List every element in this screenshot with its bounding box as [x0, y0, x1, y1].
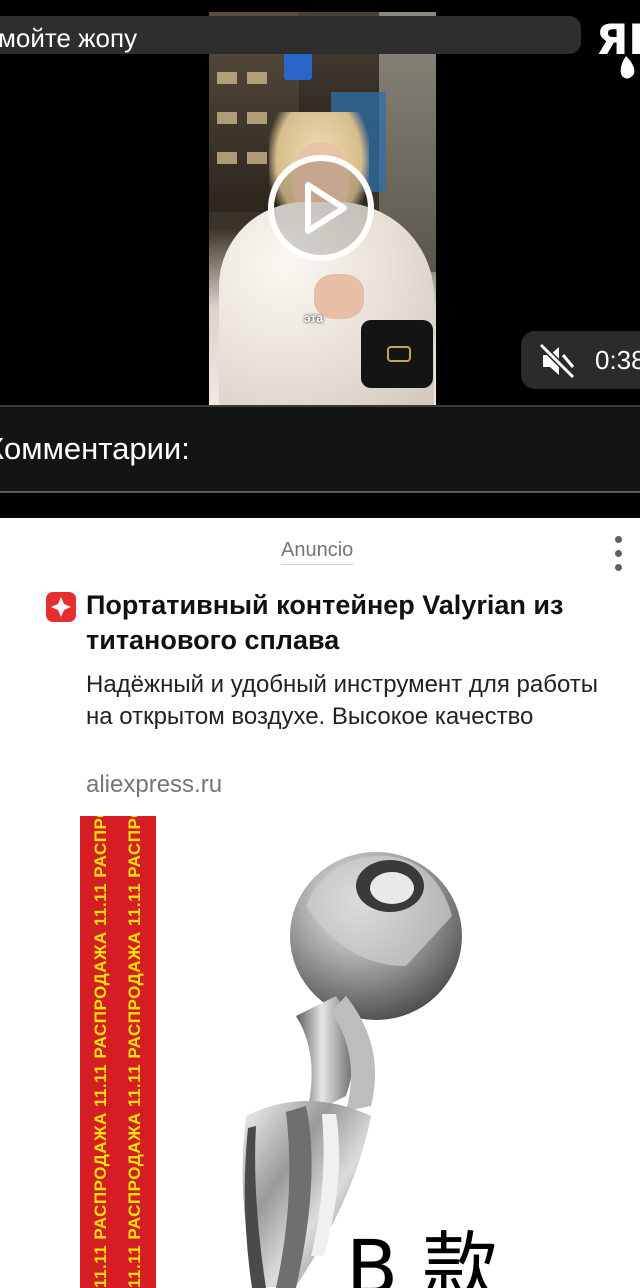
mute-time-control[interactable]: 0:38: [521, 331, 640, 389]
sale-strip: 11.11 РАСПРОДАЖА 11.11 РАСПРОДАЖА 11.11 …: [80, 816, 156, 1288]
ad-card[interactable]: Anuncio Портативный контейнер Valyrian и…: [0, 518, 640, 1288]
comments-title: Комментарии:: [0, 431, 190, 466]
comments-header: Комментарии:: [0, 405, 640, 493]
page: эта мойте жопу ЯП 0:38 Комментарии: Anun…: [0, 0, 640, 1288]
video-player[interactable]: эта мойте жопу ЯП 0:38: [0, 0, 640, 405]
more-vertical-icon[interactable]: [608, 534, 630, 574]
ad-domain[interactable]: aliexpress.ru: [86, 771, 222, 799]
play-icon[interactable]: [266, 153, 376, 263]
aliexpress-star-icon: [46, 592, 76, 622]
video-time: 0:38: [595, 345, 640, 375]
ad-headline[interactable]: Портативный контейнер Valyrian из титано…: [86, 588, 631, 658]
ad-description[interactable]: Надёжный и удобный инструмент для работы…: [86, 669, 606, 733]
muted-speaker-icon[interactable]: [539, 343, 575, 379]
product-image[interactable]: 11.11 РАСПРОДАЖА 11.11 РАСПРОДАЖА 11.11 …: [80, 816, 640, 1288]
video-title[interactable]: мойте жопу: [0, 16, 581, 54]
separator: [0, 493, 640, 518]
sale-strip-text: 11.11 РАСПРОДАЖА 11.11 РАСПРОДАЖА 11.11 …: [91, 816, 110, 1288]
sale-strip-text: 11.11 РАСПРОДАЖА 11.11 РАСПРОДАЖА 11.11 …: [125, 816, 144, 1288]
variant-label: B 款: [346, 1223, 499, 1288]
site-logo-text: ЯП: [596, 15, 640, 64]
ad-label: Anuncio: [281, 539, 354, 565]
site-logo-icon[interactable]: ЯП: [596, 12, 640, 82]
video-caption: эта: [304, 311, 324, 325]
